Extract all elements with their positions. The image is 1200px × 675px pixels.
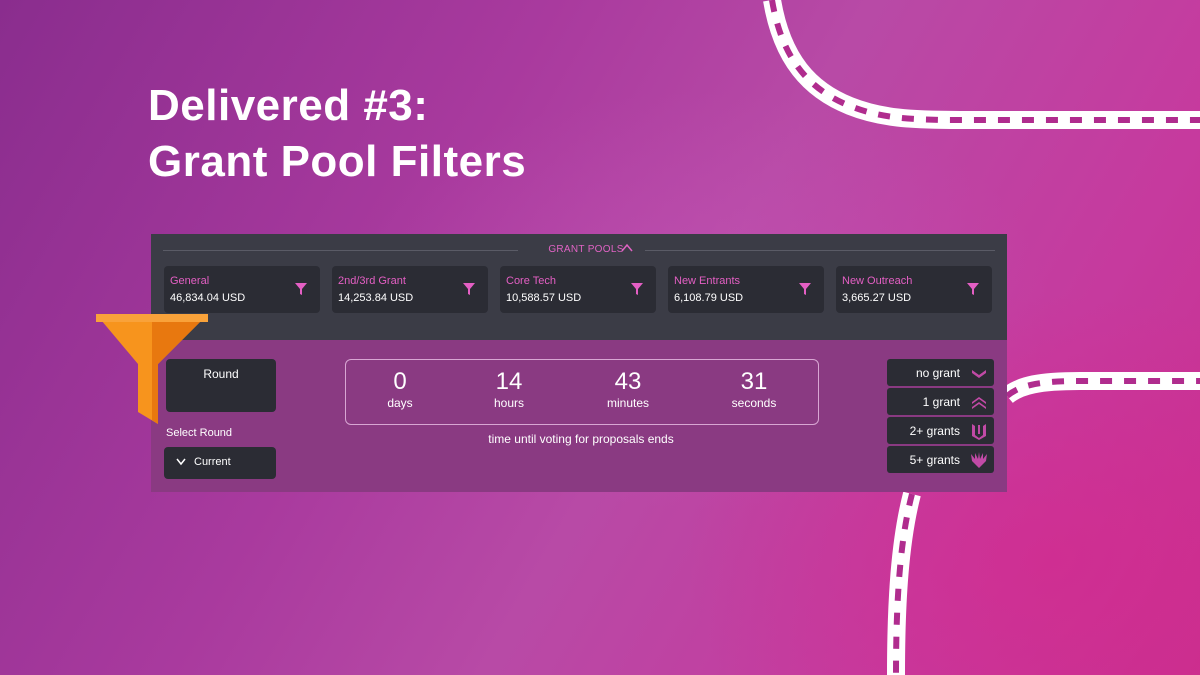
pool-name: 2nd/3rd Grant: [338, 275, 406, 287]
headline-line-2: Grant Pool Filters: [148, 137, 527, 186]
filter-icon[interactable]: [798, 282, 812, 296]
chevron-down-icon: [972, 370, 986, 378]
round-select-value: Current: [194, 456, 231, 468]
pool-card-general[interactable]: General 46,834.04 USD: [164, 266, 320, 313]
filter-icon[interactable]: [630, 282, 644, 296]
filter-no-grant[interactable]: no grant: [887, 359, 994, 386]
filter-icon[interactable]: [462, 282, 476, 296]
filter-label: 2+ grants: [909, 424, 960, 438]
countdown-minutes: 43 minutes: [578, 368, 678, 410]
countdown-days-value: 0: [393, 368, 407, 395]
filter-label: 5+ grants: [909, 453, 960, 467]
headline-line-1: Delivered #3:: [148, 81, 429, 130]
round-card: Round: [166, 359, 276, 412]
countdown-timer: 0 days 14 hours 43 minutes 31 seconds: [345, 359, 819, 425]
countdown-caption: time until voting for proposals ends: [488, 432, 674, 446]
pool-name: New Entrants: [674, 275, 741, 287]
countdown-hours-label: hours: [493, 396, 525, 410]
filter-label: 1 grant: [922, 395, 960, 409]
double-chevron-up-icon: [972, 397, 986, 409]
round-label: Round: [203, 367, 239, 381]
pool-amount: 6,108.79 USD: [674, 292, 744, 304]
countdown-seconds-label: seconds: [731, 396, 777, 410]
pool-card-core-tech[interactable]: Core Tech 10,588.57 USD: [500, 266, 656, 313]
grant-count-filters: no grant 1 grant 2+ grants 5+ grants: [887, 359, 994, 473]
pool-card-new-outreach[interactable]: New Outreach 3,665.27 USD: [836, 266, 992, 313]
header-divider-right: [645, 250, 995, 251]
select-round-label: Select Round: [166, 427, 233, 439]
round-select[interactable]: Current: [164, 447, 276, 479]
countdown-hours-value: 14: [495, 368, 523, 395]
pool-name: General: [170, 275, 210, 287]
filter-1-grant[interactable]: 1 grant: [887, 388, 994, 415]
triple-rank-icon: [972, 424, 986, 440]
countdown-minutes-value: 43: [614, 368, 642, 395]
filter-2-plus-grants[interactable]: 2+ grants: [887, 417, 994, 444]
pool-amount: 14,253.84 USD: [338, 292, 414, 304]
header-divider-left: [163, 250, 518, 251]
countdown-minutes-label: minutes: [606, 396, 650, 410]
chevron-down-icon: [176, 458, 186, 466]
filter-icon[interactable]: [966, 282, 980, 296]
pool-amount: 46,834.04 USD: [170, 292, 246, 304]
pool-amount: 3,665.27 USD: [842, 292, 912, 304]
headline: Delivered #3: Grant Pool Filters: [148, 78, 526, 190]
pool-amount: 10,588.57 USD: [506, 292, 582, 304]
filter-label: no grant: [915, 366, 960, 380]
countdown-hours: 14 hours: [459, 368, 559, 410]
grant-pools-section: GRANT POOLS General 46,834.04 USD 2nd/3r…: [151, 234, 1007, 340]
filter-5-plus-grants[interactable]: 5+ grants: [887, 446, 994, 473]
countdown-days: 0 days: [350, 368, 450, 410]
pool-card-2nd-3rd-grant[interactable]: 2nd/3rd Grant 14,253.84 USD: [332, 266, 488, 313]
countdown-seconds: 31 seconds: [704, 368, 804, 410]
collapse-caret-icon[interactable]: [621, 243, 633, 253]
countdown-seconds-value: 31: [740, 368, 768, 395]
countdown-days-label: days: [387, 396, 413, 410]
pool-name: Core Tech: [506, 275, 556, 287]
pool-name: New Outreach: [842, 275, 913, 287]
burst-rank-icon: [971, 452, 987, 468]
filter-icon[interactable]: [294, 282, 308, 296]
pool-card-new-entrants[interactable]: New Entrants 6,108.79 USD: [668, 266, 824, 313]
grant-pools-header[interactable]: GRANT POOLS: [163, 240, 995, 260]
